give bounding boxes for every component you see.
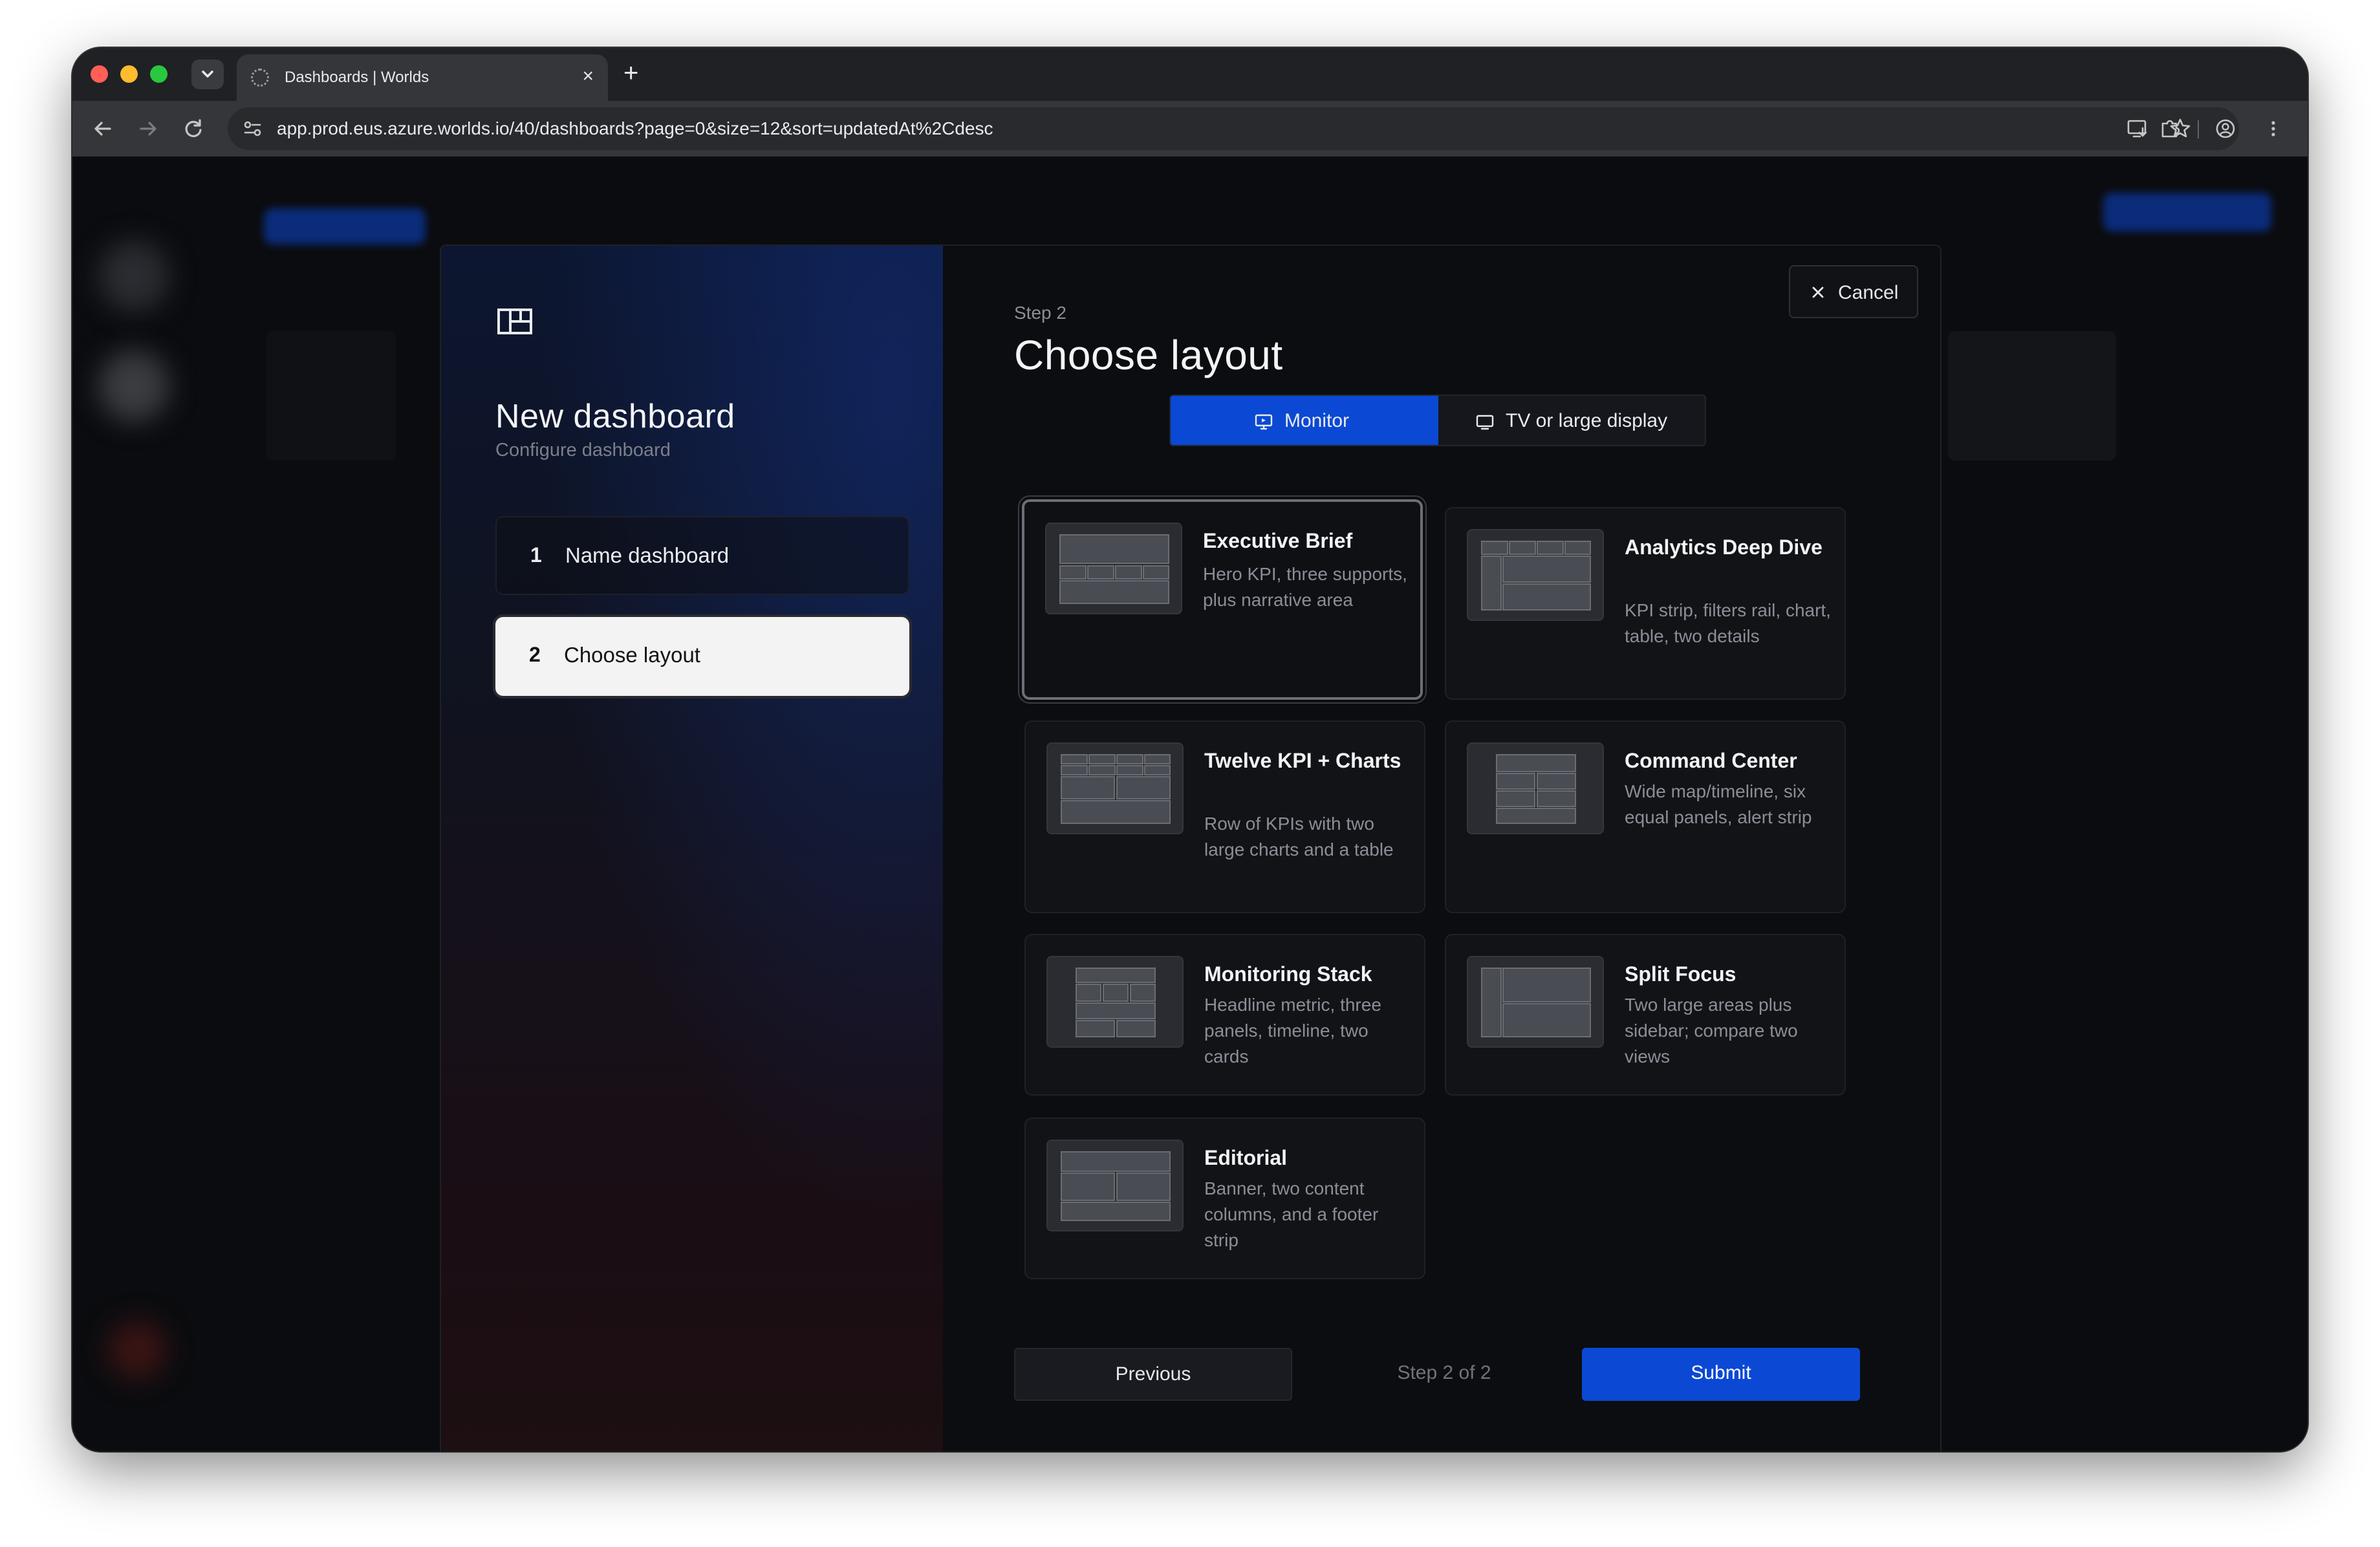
layout-thumbnail xyxy=(1046,1140,1184,1231)
layout-description: Wide map/timeline, six equal panels, ale… xyxy=(1625,781,1812,827)
install-app-icon[interactable] xyxy=(2123,114,2152,144)
previous-label: Previous xyxy=(1115,1363,1191,1385)
wizard-sidebar: New dashboard Configure dashboard 1 Name… xyxy=(441,246,943,1451)
bg-decoration xyxy=(98,351,169,422)
submit-button[interactable]: Submit xyxy=(1582,1348,1860,1401)
page-title: Choose layout xyxy=(1014,332,1283,378)
layout-thumbnail xyxy=(1046,742,1184,834)
bg-decoration xyxy=(1948,331,2116,460)
tab-close-icon[interactable]: × xyxy=(582,65,594,88)
tab-search-button[interactable] xyxy=(191,60,224,89)
monitor-icon xyxy=(1255,414,1273,430)
loading-favicon-icon xyxy=(251,69,269,87)
layout-title: Twelve KPI + Charts xyxy=(1204,749,1401,772)
browser-toolbar: app.prod.eus.azure.worlds.io/40/dashboar… xyxy=(72,101,2308,157)
close-icon xyxy=(1812,287,1824,298)
profile-avatar-icon[interactable] xyxy=(2211,114,2240,144)
chevron-down-icon xyxy=(202,70,213,78)
toolbar-divider xyxy=(2198,120,2199,138)
display-type-toggle: Monitor TV or large display xyxy=(1169,395,1706,446)
cancel-label: Cancel xyxy=(1838,282,1899,303)
layout-title: Split Focus xyxy=(1625,962,1736,986)
previous-button[interactable]: Previous xyxy=(1014,1348,1292,1401)
step-number: 1 xyxy=(530,543,542,567)
extensions-puzzle-icon[interactable] xyxy=(2155,114,2185,144)
layout-thumbnail xyxy=(1045,523,1182,614)
layout-title: Monitoring Stack xyxy=(1204,962,1372,986)
bg-decoration xyxy=(108,1321,166,1379)
step-eyebrow: Step 2 xyxy=(1014,303,1066,323)
step-indicator: Step 2 of 2 xyxy=(1397,1362,1491,1383)
step-number: 2 xyxy=(529,643,541,666)
new-dashboard-modal: New dashboard Configure dashboard 1 Name… xyxy=(441,246,1940,1451)
address-bar[interactable]: app.prod.eus.azure.worlds.io/40/dashboar… xyxy=(228,107,2239,150)
layout-description: Banner, two content columns, and a foote… xyxy=(1204,1178,1379,1250)
site-settings-icon[interactable] xyxy=(238,114,268,144)
wizard-step-name-dashboard[interactable]: 1 Name dashboard xyxy=(495,516,909,595)
wizard-content: Cancel Step 2 Choose layout Monitor TV o… xyxy=(943,246,1940,1451)
layout-title: Editorial xyxy=(1204,1146,1288,1169)
step-label: Name dashboard xyxy=(565,543,730,567)
layout-card-split-focus[interactable]: Split Focus Two large areas plus sidebar… xyxy=(1445,934,1846,1096)
layout-card-twelve-kpi-charts[interactable]: Twelve KPI + Charts Row of KPIs with two… xyxy=(1024,720,1425,913)
wizard-subtitle: Configure dashboard xyxy=(495,440,671,460)
browser-tab[interactable]: Dashboards | Worlds × xyxy=(237,54,608,101)
layout-card-monitoring-stack[interactable]: Monitoring Stack Headline metric, three … xyxy=(1024,934,1425,1096)
layout-thumbnail xyxy=(1046,956,1184,1048)
tab-title: Dashboards | Worlds xyxy=(285,69,429,86)
submit-label: Submit xyxy=(1691,1362,1751,1383)
layout-thumbnail xyxy=(1467,956,1604,1048)
layout-description: Headline metric, three panels, timeline,… xyxy=(1204,995,1381,1066)
wizard-step-choose-layout[interactable]: 2 Choose layout xyxy=(495,617,909,696)
cancel-button[interactable]: Cancel xyxy=(1789,265,1918,318)
layout-thumbnail xyxy=(1467,742,1604,834)
layout-card-command-center[interactable]: Command Center Wide map/timeline, six eq… xyxy=(1445,720,1846,913)
close-window-button[interactable] xyxy=(91,65,108,83)
option-tv-large-display[interactable]: TV or large display xyxy=(1438,396,1705,445)
layout-card-analytics-deep-dive[interactable]: Analytics Deep Dive KPI strip, filters r… xyxy=(1445,507,1846,700)
minimize-window-button[interactable] xyxy=(120,65,138,83)
tab-bar: Dashboards | Worlds × + xyxy=(72,48,2308,101)
layout-description: Two large areas plus sidebar; compare tw… xyxy=(1625,995,1798,1066)
reload-icon[interactable] xyxy=(178,114,208,144)
wizard-title: New dashboard xyxy=(495,398,735,435)
layout-title: Executive Brief xyxy=(1203,529,1353,552)
maximize-window-button[interactable] xyxy=(150,65,168,83)
step-label: Choose layout xyxy=(564,643,700,667)
forward-arrow-icon[interactable] xyxy=(133,114,163,144)
bg-decoration xyxy=(266,331,396,460)
option-label: TV or large display xyxy=(1506,410,1668,431)
dashboard-layout-icon xyxy=(497,308,532,334)
layout-description: KPI strip, filters rail, chart, table, t… xyxy=(1625,600,1831,646)
browser-menu-icon[interactable] xyxy=(2258,114,2288,144)
browser-window: Dashboards | Worlds × + app.prod.eus.azu… xyxy=(72,48,2308,1451)
tv-icon xyxy=(1476,415,1494,430)
new-tab-button[interactable]: + xyxy=(623,57,638,89)
layout-description: Hero KPI, three supports, plus narrative… xyxy=(1203,564,1407,610)
layout-card-editorial[interactable]: Editorial Banner, two content columns, a… xyxy=(1024,1118,1425,1279)
option-monitor[interactable]: Monitor xyxy=(1171,396,1438,445)
layout-title: Command Center xyxy=(1625,749,1797,772)
bg-decoration xyxy=(98,241,169,312)
layout-card-executive-brief[interactable]: Executive Brief Hero KPI, three supports… xyxy=(1022,499,1423,700)
layout-description: Row of KPIs with two large charts and a … xyxy=(1204,814,1394,860)
url-text: app.prod.eus.azure.worlds.io/40/dashboar… xyxy=(277,118,993,138)
bg-decoration xyxy=(264,208,426,244)
layout-thumbnail xyxy=(1467,529,1604,621)
bg-decoration xyxy=(2103,193,2271,232)
layout-title: Analytics Deep Dive xyxy=(1625,536,1823,559)
option-label: Monitor xyxy=(1284,410,1350,431)
back-arrow-icon[interactable] xyxy=(88,114,118,144)
